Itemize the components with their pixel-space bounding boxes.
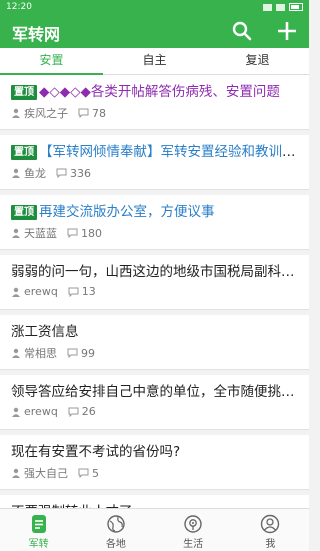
- status-bar: 12:20: [0, 0, 309, 14]
- post-item[interactable]: 现在有安置不考试的省份吗? 强大自己 5: [0, 435, 309, 490]
- comment-icon: [78, 468, 89, 478]
- post-item[interactable]: 置顶 再建交流版办公室，方便议事天蓝蓝 180: [0, 195, 309, 250]
- nav-label: 我: [265, 539, 276, 550]
- post-title: 弱弱的问一句，山西这边的地级市国税局副科级安置: [11, 264, 299, 280]
- document-icon: [31, 515, 46, 533]
- user-icon: [12, 468, 20, 478]
- person-icon: [261, 514, 280, 534]
- app-bar: 军转网: [0, 14, 309, 48]
- tab-anzhi[interactable]: 安置: [0, 48, 103, 75]
- post-title-row: 置顶 ◆◇◆◇◆各类开帖解答伤病残、安置问题: [11, 82, 299, 102]
- status-time: 12:20: [6, 2, 32, 12]
- post-meta: erewq 26: [11, 405, 299, 418]
- post-meta: 常相思 99: [11, 345, 299, 361]
- post-meta: 鱼龙 336: [11, 165, 299, 181]
- pinned-badge: 置顶: [11, 85, 37, 100]
- category-tabs: 安置 自主 复退: [0, 48, 309, 75]
- comment-icon: [67, 348, 78, 358]
- post-author: erewq: [24, 405, 58, 418]
- post-item[interactable]: 置顶 ◆◇◆◇◆各类开帖解答伤病残、安置问题疾风之子 78: [0, 75, 309, 130]
- comment-count: 180: [81, 226, 102, 240]
- post-author: erewq: [24, 285, 58, 298]
- post-meta: 天蓝蓝 180: [11, 225, 299, 241]
- radio-icon: [184, 515, 202, 533]
- post-title: 再建交流版办公室，方便议事: [39, 204, 215, 220]
- post-title-row: 现在有安置不考试的省份吗?: [11, 442, 299, 462]
- comment-icon: [68, 407, 79, 417]
- post-title-row: 涨工资信息: [11, 322, 299, 342]
- comment-count: 26: [81, 405, 96, 418]
- comment-count: 78: [92, 106, 106, 120]
- post-title-row: 置顶 再建交流版办公室，方便议事: [11, 202, 299, 222]
- app-title: 军转网: [12, 25, 61, 44]
- tab-zizhu[interactable]: 自主: [103, 48, 206, 74]
- user-icon: [12, 228, 20, 238]
- tab-futui[interactable]: 复退: [206, 48, 309, 74]
- status-icons: [263, 3, 303, 11]
- wifi-icon: [276, 3, 285, 11]
- post-item[interactable]: 置顶 【军转网倾情奉献】军转安置经验和教训汇编鱼龙 336: [0, 135, 309, 190]
- user-icon: [12, 108, 20, 118]
- post-title-row: 置顶 【军转网倾情奉献】军转安置经验和教训汇编: [11, 142, 299, 162]
- nav-gedi[interactable]: 各地: [77, 509, 154, 551]
- nav-shenghuo[interactable]: 生活: [155, 509, 232, 551]
- globe-icon: [107, 515, 125, 533]
- signal-icon: [263, 3, 272, 11]
- post-title-row: 领导答应给安排自己中意的单位，全市随便挑选吗: [11, 382, 299, 402]
- search-icon[interactable]: [232, 21, 252, 41]
- nav-wo[interactable]: 我: [232, 509, 309, 551]
- add-icon[interactable]: [276, 20, 298, 42]
- post-title: 现在有安置不考试的省份吗?: [11, 444, 181, 460]
- user-icon: [12, 168, 20, 178]
- post-title: 涨工资信息: [11, 324, 79, 340]
- post-author: 常相思: [24, 347, 57, 360]
- nav-label: 生活: [183, 539, 204, 550]
- comment-icon: [56, 168, 67, 178]
- post-list: 置顶 ◆◇◆◇◆各类开帖解答伤病残、安置问题 疾风之子 78 置顶 【军转网倾情奉献】军转…: [0, 75, 309, 508]
- post-title-row: 弱弱的问一句，山西这边的地级市国税局副科级安置: [11, 262, 299, 282]
- comment-count: 99: [81, 346, 95, 360]
- pinned-badge: 置顶: [11, 205, 37, 220]
- post-item[interactable]: 不要强制转业人才了: [0, 495, 309, 508]
- post-item[interactable]: 涨工资信息常相思 99: [0, 315, 309, 370]
- comment-count: 13: [81, 285, 96, 298]
- nav-junzhuan[interactable]: 军转: [0, 509, 77, 551]
- post-meta: 疾风之子 78: [11, 105, 299, 121]
- post-title: 领导答应给安排自己中意的单位，全市随便挑选吗: [11, 384, 299, 400]
- post-meta: 强大自己 5: [11, 465, 299, 481]
- user-icon: [12, 348, 20, 358]
- comment-icon: [68, 287, 79, 297]
- nav-label: 军转: [28, 539, 49, 550]
- post-author: 强大自己: [24, 467, 68, 480]
- pinned-badge: 置顶: [11, 145, 37, 160]
- user-icon: [12, 287, 20, 297]
- comment-icon: [78, 108, 89, 118]
- bottom-nav: 军转 各地 生活 我: [0, 508, 309, 551]
- post-title: ◆◇◆◇◆各类开帖解答伤病残、安置问题: [39, 84, 280, 100]
- nav-label: 各地: [105, 539, 126, 550]
- post-item[interactable]: 弱弱的问一句，山西这边的地级市国税局副科级安置 erewq 13: [0, 255, 309, 310]
- comment-count: 5: [92, 466, 99, 480]
- comment-count: 336: [70, 166, 91, 180]
- post-author: 疾风之子: [24, 107, 68, 120]
- post-title: 【军转网倾情奉献】军转安置经验和教训汇编: [39, 144, 299, 160]
- post-meta: erewq 13: [11, 285, 299, 298]
- battery-icon: [289, 3, 303, 11]
- post-author: 鱼龙: [24, 167, 46, 180]
- comment-icon: [67, 228, 78, 238]
- user-icon: [12, 407, 20, 417]
- post-item[interactable]: 领导答应给安排自己中意的单位，全市随便挑选吗 erewq 26: [0, 375, 309, 430]
- post-author: 天蓝蓝: [24, 227, 57, 240]
